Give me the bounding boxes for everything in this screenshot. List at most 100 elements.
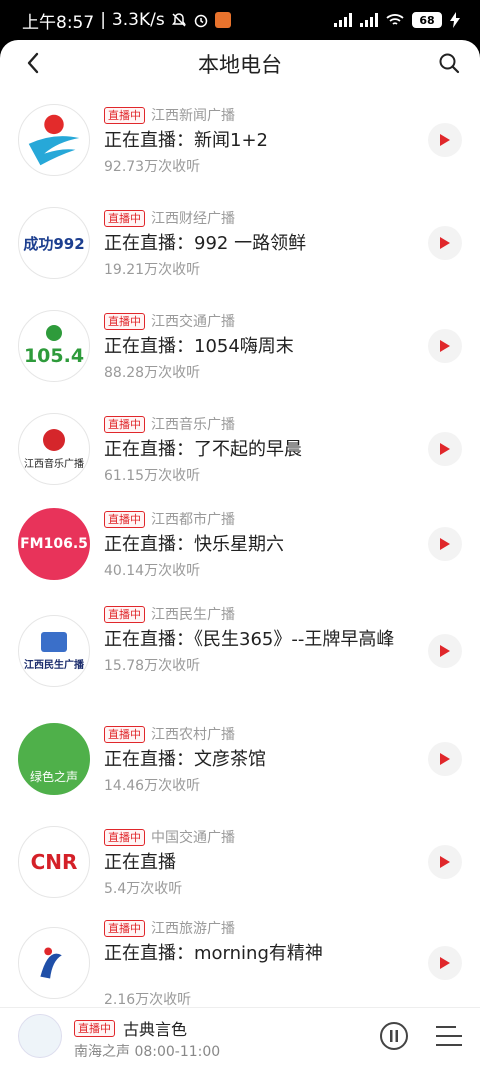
- top-bar: 本地电台: [0, 40, 480, 86]
- play-icon: [440, 645, 450, 657]
- station-logo: 江西音乐广播: [18, 413, 90, 485]
- pause-button[interactable]: [380, 1022, 408, 1050]
- back-arrow-icon: [27, 52, 39, 74]
- live-badge: 直播中: [104, 209, 145, 227]
- signal-icon: [334, 13, 352, 27]
- live-badge: 直播中: [104, 510, 145, 528]
- playlist-icon: [436, 1026, 462, 1046]
- station-list: 直播中 江西新闻广播 正在直播：新闻1+2 92.73万次收听 成功992 直播…: [0, 86, 480, 1008]
- station-logo: FM106.5: [18, 508, 90, 580]
- play-button[interactable]: [428, 845, 462, 879]
- station-name: 江西农村广播: [151, 727, 235, 743]
- station-logo-text: 江西民生广播: [24, 659, 84, 671]
- station-logo: [18, 927, 90, 999]
- now-playing: 正在直播：1054嗨周末: [104, 336, 294, 357]
- live-badge: 直播中: [104, 725, 145, 743]
- list-item[interactable]: 江西音乐广播 直播中 江西音乐广播 正在直播：了不起的早晨 61.15万次收听: [0, 395, 480, 498]
- logo-emblem-icon: [41, 631, 67, 652]
- live-badge: 直播中: [104, 919, 145, 937]
- station-logo: 江西民生广播: [18, 615, 90, 687]
- play-icon: [440, 443, 450, 455]
- play-button[interactable]: [428, 946, 462, 980]
- mute-icon: [171, 12, 187, 28]
- network-speed: 3.3K/s: [111, 10, 165, 30]
- station-logo-text: FM106.5: [20, 536, 88, 552]
- play-icon: [440, 957, 450, 969]
- list-item[interactable]: 直播中 江西新闻广播 正在直播：新闻1+2 92.73万次收听: [0, 86, 480, 189]
- list-item[interactable]: 直播中 江西旅游广播 正在直播：morning有精神 2.16万次收听: [0, 905, 480, 1008]
- mini-player[interactable]: 直播中 古典言色 南海之声 08:00-11:00: [0, 1007, 480, 1067]
- search-button[interactable]: [434, 48, 464, 78]
- play-button[interactable]: [428, 226, 462, 260]
- logo-emblem-icon: [46, 325, 62, 341]
- play-button[interactable]: [428, 432, 462, 466]
- live-badge: 直播中: [104, 828, 145, 846]
- play-button[interactable]: [428, 123, 462, 157]
- list-item[interactable]: 绿色之声 直播中 江西农村广播 正在直播：文彦茶馆 14.46万次收听: [0, 709, 480, 812]
- station-logo: 105.4: [18, 310, 90, 382]
- wifi-icon: [386, 13, 404, 27]
- back-button[interactable]: [18, 48, 48, 78]
- charging-icon: [450, 12, 460, 28]
- now-playing: 正在直播：了不起的早晨: [104, 439, 302, 460]
- station-logo-text: 成功992: [23, 234, 85, 253]
- status-time: 上午8:57: [22, 12, 95, 33]
- battery-indicator: 68: [412, 12, 442, 28]
- list-item[interactable]: CNR 直播中 中国交通广播 正在直播 5.4万次收听: [0, 812, 480, 905]
- live-badge: 直播中: [104, 106, 145, 124]
- play-button[interactable]: [428, 329, 462, 363]
- now-playing: 正在直播：快乐星期六: [104, 534, 284, 555]
- live-badge: 直播中: [104, 415, 145, 433]
- pause-icon: [390, 1030, 398, 1042]
- station-logo-text: 105.4: [23, 345, 85, 367]
- logo-emblem-icon: [43, 428, 65, 451]
- play-button[interactable]: [428, 634, 462, 668]
- page-title: 本地电台: [198, 53, 282, 77]
- live-badge: 直播中: [104, 312, 145, 330]
- play-button[interactable]: [428, 527, 462, 561]
- listen-count: 88.28万次收听: [104, 365, 201, 381]
- station-logo-image: [28, 114, 80, 166]
- now-playing: 正在直播：新闻1+2: [104, 130, 268, 151]
- status-bar: 上午8:57 | 3.3K/s 68: [0, 0, 480, 40]
- listen-count: 14.46万次收听: [104, 778, 201, 794]
- app-screen: 本地电台 直播中 江西新闻广播 正在直播：新闻1+2 92.73万次收听 成功9…: [0, 40, 480, 1067]
- play-icon: [440, 753, 450, 765]
- listen-count: 2.16万次收听: [104, 992, 192, 1008]
- now-playing: 正在直播：992 一路领鲜: [104, 233, 307, 254]
- station-name: 江西财经广播: [151, 211, 235, 227]
- station-name: 江西新闻广播: [151, 108, 235, 124]
- list-item[interactable]: 105.4 直播中 江西交通广播 正在直播：1054嗨周末 88.28万次收听: [0, 292, 480, 395]
- station-name: 中国交通广播: [151, 830, 235, 846]
- station-name: 江西民生广播: [151, 607, 235, 623]
- station-logo-text: CNR: [30, 850, 78, 874]
- list-item[interactable]: 江西民生广播 直播中 江西民生广播 正在直播：《民生365》--王牌早高峰 15…: [0, 593, 480, 709]
- search-icon: [439, 53, 460, 74]
- station-logo-text: 江西音乐广播: [24, 458, 84, 470]
- station-logo: CNR: [18, 826, 90, 898]
- play-icon: [440, 538, 450, 550]
- play-button[interactable]: [428, 742, 462, 776]
- station-name: 江西交通广播: [151, 314, 235, 330]
- listen-count: 15.78万次收听: [104, 658, 201, 674]
- signal-icon-2: [360, 13, 378, 27]
- listen-count: 19.21万次收听: [104, 262, 201, 278]
- notification-app-icon: [214, 12, 231, 28]
- play-icon: [440, 237, 450, 249]
- list-item[interactable]: 成功992 直播中 江西财经广播 正在直播：992 一路领鲜 19.21万次收听: [0, 189, 480, 292]
- play-icon: [440, 340, 450, 352]
- now-playing: 正在直播: [104, 852, 176, 873]
- station-name: 江西音乐广播: [151, 417, 235, 433]
- list-item[interactable]: FM106.5 直播中 江西都市广播 正在直播：快乐星期六 40.14万次收听: [0, 498, 480, 593]
- mini-player-subtitle: 南海之声 08:00-11:00: [74, 1044, 221, 1060]
- now-playing: 正在直播：morning有精神: [104, 943, 323, 964]
- station-logo-text: 绿色之声: [29, 769, 78, 784]
- live-badge: 直播中: [104, 605, 145, 623]
- station-logo: 成功992: [18, 207, 90, 279]
- playlist-button[interactable]: [436, 1024, 462, 1048]
- mini-player-cover: [18, 1014, 62, 1058]
- now-playing: 正在直播：《民生365》--王牌早高峰: [104, 629, 395, 650]
- station-name: 江西都市广播: [151, 512, 235, 528]
- station-name: 江西旅游广播: [151, 921, 235, 937]
- mini-player-title: 古典言色: [123, 1020, 188, 1039]
